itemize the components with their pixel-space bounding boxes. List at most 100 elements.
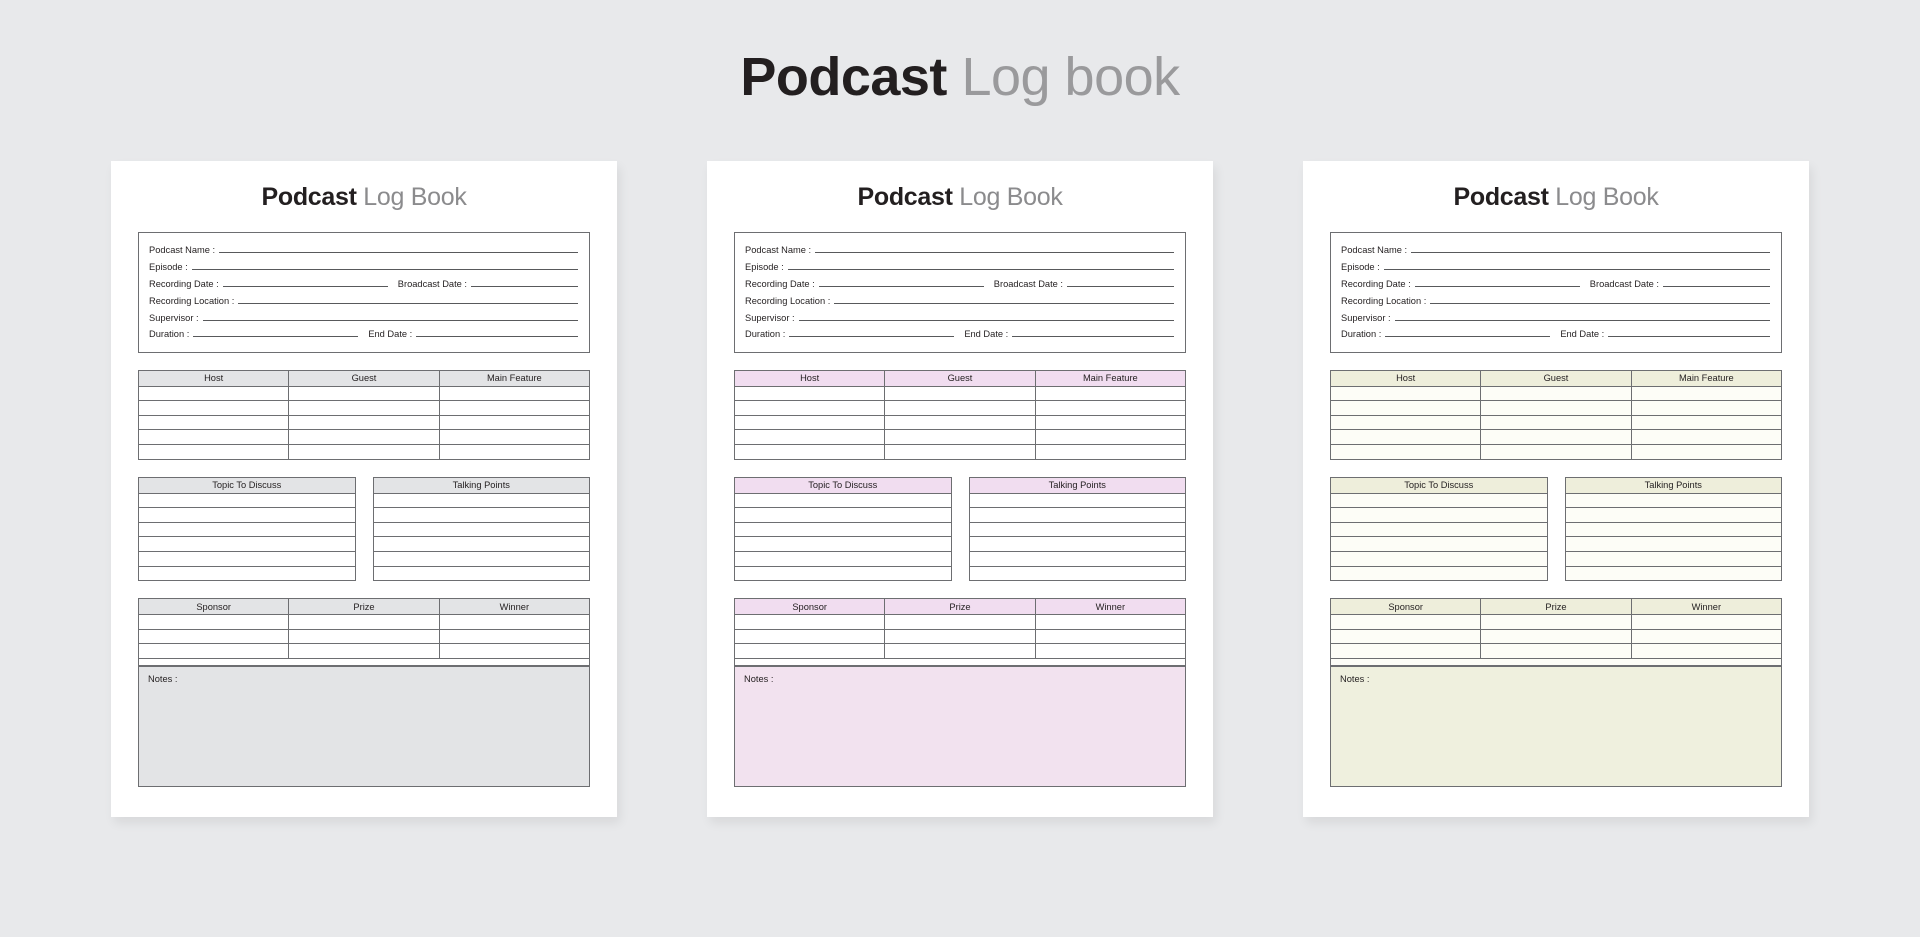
table-cell[interactable] — [733, 400, 886, 416]
table-cell[interactable] — [884, 429, 1036, 446]
table-cell[interactable] — [733, 643, 886, 659]
table-cell[interactable] — [1034, 385, 1187, 402]
list-cell[interactable] — [1330, 536, 1548, 553]
table-cell[interactable] — [1480, 414, 1632, 431]
list-cell[interactable] — [138, 492, 356, 509]
table-cell[interactable] — [288, 643, 440, 659]
table-cell[interactable] — [137, 414, 290, 431]
table-cell[interactable] — [1329, 643, 1482, 659]
list-cell[interactable] — [968, 565, 1186, 582]
table-cell[interactable] — [1034, 414, 1187, 431]
list-cell[interactable] — [1564, 507, 1782, 523]
notes-box[interactable]: Notes : — [138, 666, 590, 787]
list-cell[interactable] — [734, 507, 952, 523]
info-write-line[interactable] — [1430, 298, 1770, 304]
list-cell[interactable] — [1330, 507, 1548, 523]
table-cell[interactable] — [1630, 628, 1783, 645]
table-cell[interactable] — [1329, 400, 1482, 416]
table-cell[interactable] — [438, 628, 591, 645]
list-cell[interactable] — [968, 536, 1186, 553]
table-cell[interactable] — [884, 385, 1036, 402]
info-write-line[interactable] — [202, 315, 578, 321]
list-cell[interactable] — [138, 565, 356, 582]
info-write-line[interactable] — [798, 315, 1174, 321]
table-cell[interactable] — [733, 614, 886, 630]
table-cell[interactable] — [1329, 614, 1482, 630]
table-cell[interactable] — [288, 614, 440, 630]
table-cell[interactable] — [1480, 643, 1632, 659]
table-cell[interactable] — [884, 628, 1036, 645]
list-cell[interactable] — [372, 565, 590, 582]
table-cell[interactable] — [1630, 614, 1783, 630]
table-cell[interactable] — [288, 444, 440, 460]
info-write-line[interactable] — [1067, 281, 1174, 287]
info-write-line[interactable] — [219, 247, 578, 254]
list-cell[interactable] — [734, 536, 952, 553]
notes-box[interactable]: Notes : — [734, 666, 1186, 787]
table-cell[interactable] — [438, 400, 591, 416]
table-cell[interactable] — [733, 429, 886, 446]
info-write-line[interactable] — [818, 281, 984, 287]
table-cell[interactable] — [1329, 414, 1482, 431]
table-cell[interactable] — [1034, 400, 1187, 416]
list-cell[interactable] — [138, 551, 356, 567]
list-cell[interactable] — [138, 521, 356, 538]
list-cell[interactable] — [138, 536, 356, 553]
table-cell[interactable] — [1480, 614, 1632, 630]
list-cell[interactable] — [734, 551, 952, 567]
table-cell[interactable] — [137, 628, 290, 645]
table-cell[interactable] — [1034, 444, 1187, 460]
table-cell[interactable] — [288, 385, 440, 402]
table-cell[interactable] — [1480, 444, 1632, 460]
list-cell[interactable] — [372, 551, 590, 567]
list-cell[interactable] — [372, 507, 590, 523]
table-cell[interactable] — [137, 385, 290, 402]
table-cell[interactable] — [1034, 628, 1187, 645]
table-cell[interactable] — [438, 444, 591, 460]
table-cell[interactable] — [884, 414, 1036, 431]
table-cell[interactable] — [438, 614, 591, 630]
list-cell[interactable] — [968, 492, 1186, 509]
list-cell[interactable] — [372, 536, 590, 553]
list-cell[interactable] — [372, 492, 590, 509]
info-write-line[interactable] — [238, 298, 578, 304]
table-cell[interactable] — [137, 400, 290, 416]
table-cell[interactable] — [1034, 614, 1187, 630]
table-cell[interactable] — [1480, 429, 1632, 446]
list-cell[interactable] — [1330, 551, 1548, 567]
list-cell[interactable] — [968, 521, 1186, 538]
info-write-line[interactable] — [222, 281, 388, 287]
list-cell[interactable] — [734, 565, 952, 582]
table-cell[interactable] — [1329, 628, 1482, 645]
table-cell[interactable] — [438, 385, 591, 402]
table-cell[interactable] — [438, 429, 591, 446]
table-cell[interactable] — [884, 614, 1036, 630]
table-cell[interactable] — [137, 429, 290, 446]
info-write-line[interactable] — [834, 298, 1174, 304]
list-cell[interactable] — [1330, 521, 1548, 538]
info-write-line[interactable] — [416, 331, 578, 338]
table-cell[interactable] — [1630, 414, 1783, 431]
table-cell[interactable] — [1630, 385, 1783, 402]
info-write-line[interactable] — [1414, 281, 1580, 287]
list-cell[interactable] — [1564, 551, 1782, 567]
info-write-line[interactable] — [1411, 247, 1770, 254]
table-cell[interactable] — [884, 444, 1036, 460]
table-cell[interactable] — [137, 614, 290, 630]
list-cell[interactable] — [734, 492, 952, 509]
table-cell[interactable] — [733, 628, 886, 645]
table-cell[interactable] — [884, 643, 1036, 659]
notes-box[interactable]: Notes : — [1330, 666, 1782, 787]
list-cell[interactable] — [1330, 492, 1548, 509]
table-cell[interactable] — [137, 444, 290, 460]
table-cell[interactable] — [1630, 429, 1783, 446]
table-cell[interactable] — [1630, 444, 1783, 460]
table-cell[interactable] — [1630, 643, 1783, 659]
list-cell[interactable] — [1330, 565, 1548, 582]
table-cell[interactable] — [137, 643, 290, 659]
table-cell[interactable] — [1480, 385, 1632, 402]
table-cell[interactable] — [288, 400, 440, 416]
table-cell[interactable] — [438, 414, 591, 431]
table-cell[interactable] — [733, 444, 886, 460]
info-write-line[interactable] — [1394, 315, 1770, 321]
